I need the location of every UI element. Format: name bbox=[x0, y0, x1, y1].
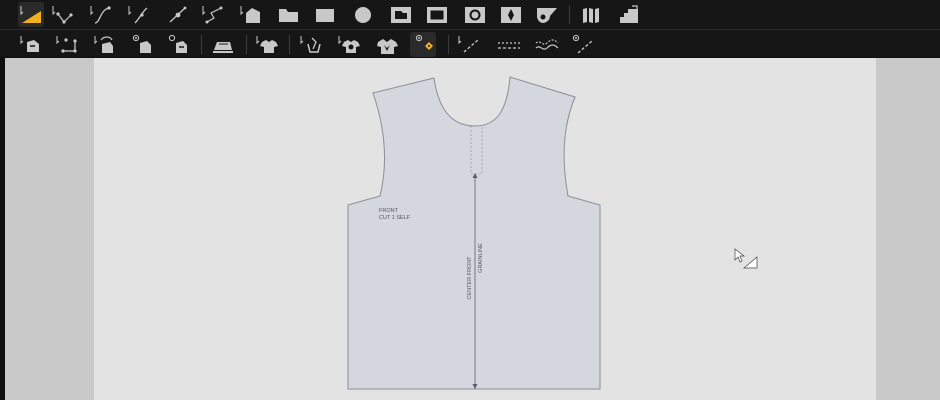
rectangle-outline-icon[interactable] bbox=[424, 2, 450, 27]
point-on-line-icon[interactable] bbox=[164, 2, 190, 27]
secondary-toolbar bbox=[0, 30, 940, 57]
circle-fill-icon[interactable] bbox=[350, 2, 376, 27]
piece-points-icon[interactable] bbox=[54, 32, 80, 57]
toolbar-separator bbox=[289, 35, 290, 54]
toolbar-separator bbox=[201, 35, 202, 54]
toolbar-separator bbox=[246, 35, 247, 54]
curve-point-icon[interactable] bbox=[88, 2, 114, 27]
line-dashed-icon[interactable] bbox=[456, 32, 482, 57]
garment-trim-icon[interactable] bbox=[336, 32, 362, 57]
show-notches-icon[interactable] bbox=[410, 32, 436, 57]
select-tool-icon[interactable] bbox=[18, 2, 44, 27]
toolbar-separator bbox=[448, 35, 449, 54]
garment-sew-icon[interactable] bbox=[298, 32, 324, 57]
garment-check-icon[interactable] bbox=[374, 32, 400, 57]
line-visibility-icon[interactable] bbox=[570, 32, 596, 57]
pattern-canvas[interactable]: FRONT CUT 1 SELF CENTER FRONT GRAINLINE bbox=[94, 58, 876, 400]
add-piece-icon[interactable] bbox=[238, 2, 264, 27]
front-bodice-piece[interactable] bbox=[347, 76, 601, 390]
circle-outline-icon[interactable] bbox=[462, 2, 488, 27]
line-dotted-icon[interactable] bbox=[496, 32, 522, 57]
toolbar-separator bbox=[569, 5, 570, 24]
add-point-icon[interactable] bbox=[50, 2, 76, 27]
pleat-icon[interactable] bbox=[580, 2, 606, 27]
diamond-icon[interactable] bbox=[498, 2, 524, 27]
piece-rotate-icon[interactable] bbox=[92, 32, 118, 57]
piece-measure-icon[interactable] bbox=[166, 32, 192, 57]
grainline-label: GRAINLINE bbox=[478, 243, 484, 273]
rectangle-fill-icon[interactable] bbox=[312, 2, 338, 27]
polyline-icon[interactable] bbox=[200, 2, 226, 27]
piece-convert-icon[interactable] bbox=[18, 32, 44, 57]
grainline-label-center-front: CENTER FRONT bbox=[467, 256, 473, 300]
piece-label-name: FRONT bbox=[379, 208, 399, 214]
tab-shape-icon[interactable] bbox=[388, 2, 414, 27]
resize-cursor-icon bbox=[734, 248, 758, 269]
stair-step-icon[interactable] bbox=[616, 2, 642, 27]
piece-label-cut: CUT 1 SELF bbox=[379, 215, 411, 221]
shield-shape-icon[interactable] bbox=[534, 2, 560, 27]
folder-shape-icon[interactable] bbox=[276, 2, 302, 27]
pattern-view: FRONT CUT 1 SELF CENTER FRONT GRAINLINE bbox=[347, 76, 758, 390]
iron-icon[interactable] bbox=[210, 32, 236, 57]
garment-icon[interactable] bbox=[254, 32, 280, 57]
main-toolbar bbox=[0, 0, 940, 30]
piece-view-icon[interactable] bbox=[130, 32, 156, 57]
smooth-curve-icon[interactable] bbox=[126, 2, 152, 27]
wave-line-icon[interactable] bbox=[534, 32, 560, 57]
